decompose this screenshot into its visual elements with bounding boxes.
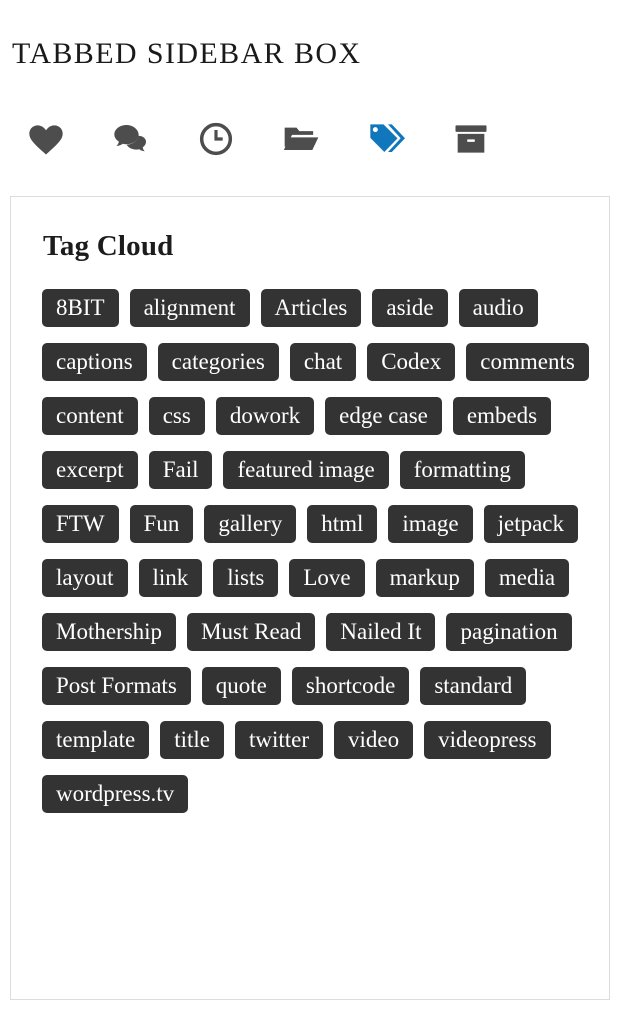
tag-link[interactable]: Codex bbox=[367, 343, 456, 381]
page-title: TABBED SIDEBAR BOX bbox=[12, 37, 362, 71]
tag-link[interactable]: formatting bbox=[399, 451, 525, 489]
clock-icon bbox=[196, 119, 236, 159]
tab-archives[interactable] bbox=[451, 115, 536, 163]
tab-strip bbox=[0, 108, 626, 170]
tag-link[interactable]: featured image bbox=[223, 451, 389, 489]
tab-comments[interactable] bbox=[111, 115, 196, 163]
tab-categories[interactable] bbox=[281, 115, 366, 163]
tag-link[interactable]: jetpack bbox=[483, 505, 578, 543]
tags-icon bbox=[366, 119, 406, 159]
tag-cloud-list: 8BIT alignment Articles aside audio captions c… bbox=[11, 263, 609, 813]
widget-title: Tag Cloud bbox=[43, 230, 174, 262]
tag-link[interactable]: standard bbox=[420, 667, 527, 705]
tag-link[interactable]: css bbox=[148, 397, 205, 435]
tag-link[interactable]: FTW bbox=[42, 505, 119, 543]
tag-link[interactable]: Fail bbox=[148, 451, 213, 489]
tag-link[interactable]: 8BIT bbox=[42, 289, 119, 327]
tag-cloud-widget: Tag Cloud 8BIT alignment Articles aside audi… bbox=[10, 196, 610, 1000]
folder-open-icon bbox=[281, 119, 321, 159]
tag-link[interactable]: dowork bbox=[215, 397, 315, 435]
tag-link[interactable]: lists bbox=[213, 559, 279, 597]
tag-link[interactable]: audio bbox=[458, 289, 538, 327]
tag-link[interactable]: link bbox=[138, 559, 203, 597]
tag-link[interactable]: edge case bbox=[325, 397, 442, 435]
tag-link[interactable]: wordpress.tv bbox=[42, 775, 189, 813]
archive-box-icon bbox=[451, 119, 491, 159]
tag-link[interactable]: comments bbox=[466, 343, 589, 381]
tag-link[interactable]: Love bbox=[289, 559, 365, 597]
heart-icon bbox=[26, 119, 66, 159]
tag-link[interactable]: chat bbox=[289, 343, 357, 381]
tag-link[interactable]: template bbox=[42, 721, 150, 759]
tag-link[interactable]: categories bbox=[157, 343, 279, 381]
tab-recent[interactable] bbox=[196, 115, 281, 163]
tag-link[interactable]: pagination bbox=[446, 613, 572, 651]
tag-link[interactable]: excerpt bbox=[42, 451, 138, 489]
tag-link[interactable]: video bbox=[334, 721, 414, 759]
tag-link[interactable]: title bbox=[160, 721, 224, 759]
tag-link[interactable]: html bbox=[307, 505, 378, 543]
tag-link[interactable]: Nailed It bbox=[326, 613, 436, 651]
tab-tags[interactable] bbox=[366, 115, 451, 163]
tag-link[interactable]: videopress bbox=[424, 721, 551, 759]
tag-link[interactable]: Post Formats bbox=[42, 667, 191, 705]
tag-link[interactable]: Articles bbox=[260, 289, 362, 327]
tag-link[interactable]: Mothership bbox=[42, 613, 177, 651]
tag-link[interactable]: gallery bbox=[204, 505, 297, 543]
tag-link[interactable]: image bbox=[388, 505, 473, 543]
tag-link[interactable]: embeds bbox=[452, 397, 552, 435]
comments-icon bbox=[111, 119, 151, 159]
tag-link[interactable]: media bbox=[484, 559, 570, 597]
tag-link[interactable]: alignment bbox=[129, 289, 250, 327]
tag-link[interactable]: shortcode bbox=[291, 667, 410, 705]
tag-link[interactable]: twitter bbox=[234, 721, 324, 759]
tag-link[interactable]: quote bbox=[201, 667, 281, 705]
tag-link[interactable]: layout bbox=[42, 559, 128, 597]
tag-link[interactable]: content bbox=[42, 397, 138, 435]
tag-link[interactable]: Must Read bbox=[187, 613, 316, 651]
tag-link[interactable]: Fun bbox=[129, 505, 194, 543]
tag-link[interactable]: markup bbox=[375, 559, 474, 597]
tag-link[interactable]: captions bbox=[42, 343, 147, 381]
tag-link[interactable]: aside bbox=[372, 289, 448, 327]
tab-favorites[interactable] bbox=[26, 115, 111, 163]
